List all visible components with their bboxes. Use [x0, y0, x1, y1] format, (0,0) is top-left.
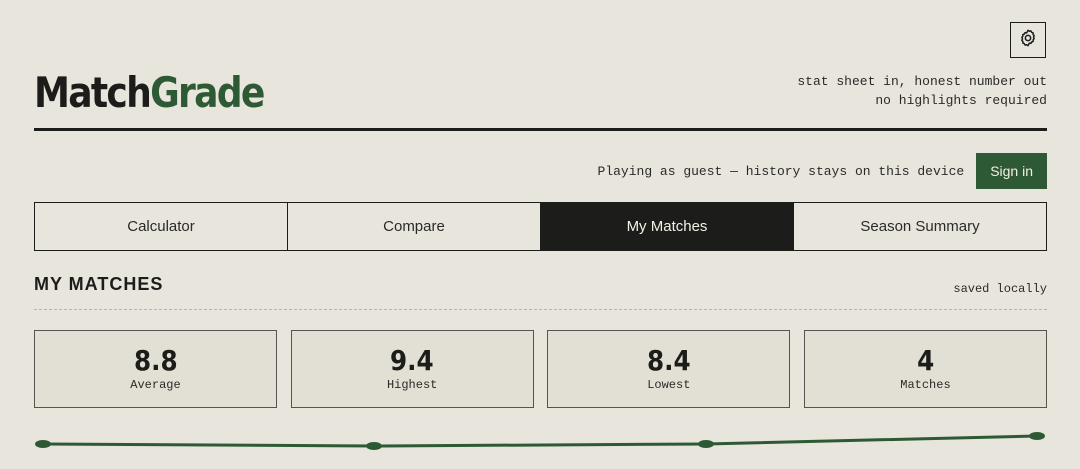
stat-value: 4 [916, 344, 935, 377]
stat-label: Matches [900, 378, 951, 392]
stats-row: 8.8 Average 9.4 Highest 8.4 Lowest 4 Mat… [34, 330, 1047, 408]
stat-card-highest: 9.4 Highest [290, 330, 534, 408]
trend-point[interactable] [698, 440, 714, 448]
app: MatchGrade stat sheet in, honest number … [34, 0, 1047, 469]
tab-bar: Calculator Compare My Matches Season Sum… [34, 202, 1047, 251]
stat-card-average: 8.8 Average [34, 330, 277, 408]
guest-status-text: Playing as guest — history stays on this… [597, 163, 965, 179]
gear-icon [1018, 28, 1038, 53]
logo-text-match: Match [34, 68, 152, 117]
section-title: MY MATCHES [34, 274, 164, 294]
tab-season-summary[interactable]: Season Summary [794, 203, 1046, 250]
tab-my-matches[interactable]: My Matches [541, 203, 794, 250]
stat-value: 9.4 [390, 344, 434, 377]
section-note: saved locally [953, 282, 1047, 296]
account-bar: Playing as guest — history stays on this… [598, 153, 1047, 189]
section-divider [34, 309, 1047, 310]
tagline: stat sheet in, honest number out no high… [797, 72, 1047, 110]
stat-label: Average [130, 378, 181, 392]
sign-in-button[interactable]: Sign in [976, 153, 1047, 189]
stat-label: Lowest [647, 378, 691, 392]
app-logo: MatchGrade [34, 64, 265, 122]
rating-trend-line [35, 432, 1045, 450]
stat-card-lowest: 8.4 Lowest [547, 330, 791, 408]
header-divider [34, 128, 1047, 131]
trend-point[interactable] [366, 442, 382, 450]
stat-card-matches: 4 Matches [803, 330, 1047, 408]
trend-point[interactable] [1029, 432, 1045, 440]
tab-calculator[interactable]: Calculator [35, 203, 288, 250]
tagline-line-1: stat sheet in, honest number out [797, 74, 1047, 89]
tagline-line-2: no highlights required [875, 93, 1047, 108]
stat-value: 8.4 [646, 344, 691, 377]
settings-button[interactable] [1010, 22, 1046, 58]
stat-label: Highest [386, 378, 438, 392]
trend-point[interactable] [35, 440, 51, 448]
stat-value: 8.8 [133, 344, 178, 377]
trend-line [42, 434, 1038, 448]
tab-compare[interactable]: Compare [288, 203, 541, 250]
logo-text-grade: Grade [150, 68, 265, 117]
